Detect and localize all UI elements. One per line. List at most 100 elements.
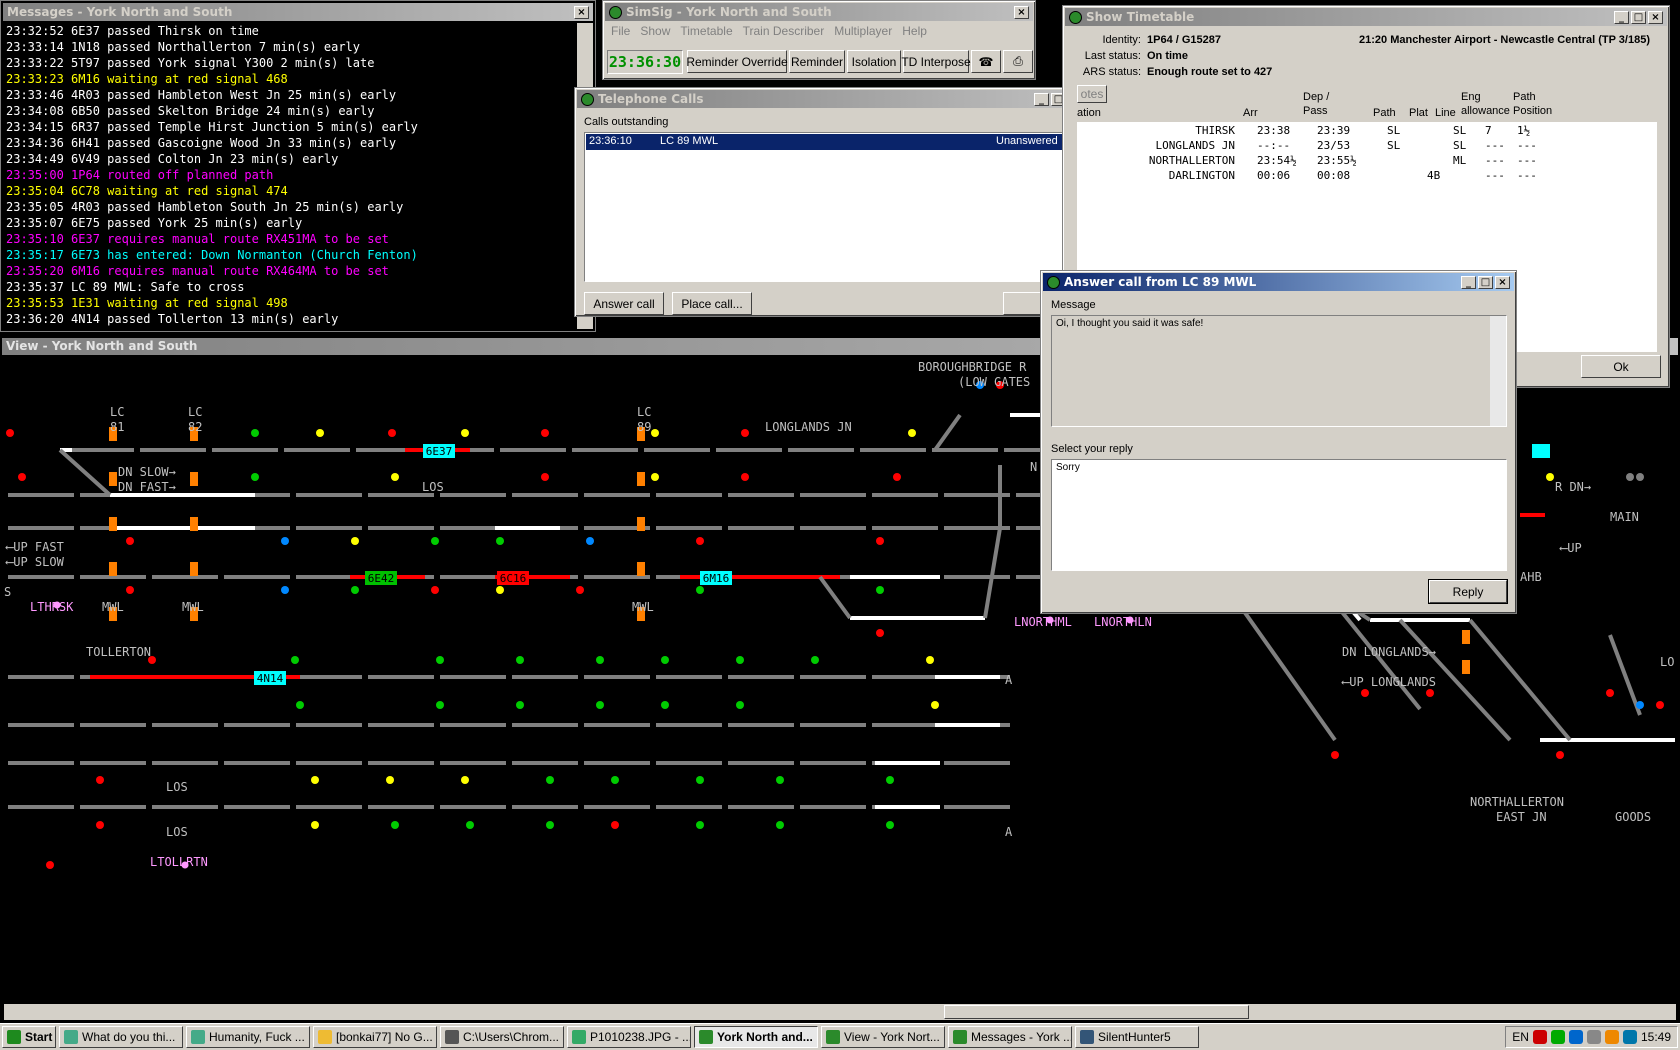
language-indicator[interactable]: EN xyxy=(1512,1030,1529,1044)
menu-item[interactable]: Help xyxy=(902,24,927,38)
level-crossing-barrier[interactable] xyxy=(109,562,117,576)
signal-aspect[interactable] xyxy=(586,537,594,545)
signal-aspect[interactable] xyxy=(391,821,399,829)
simsig-titlebar[interactable]: SimSig - York North and South × xyxy=(605,3,1033,21)
taskbar-button[interactable]: C:\Users\Chrom... xyxy=(440,1026,564,1048)
level-crossing-barrier[interactable] xyxy=(190,472,198,486)
signal-aspect[interactable] xyxy=(6,429,14,437)
timetable-row[interactable]: NORTHALLERTON 23:54½ 23:55½ ML --- --- xyxy=(1077,154,1657,169)
signal-aspect[interactable] xyxy=(811,656,819,664)
signal-aspect[interactable] xyxy=(1626,473,1634,481)
maximize-icon[interactable]: □ xyxy=(1478,275,1493,289)
signal-aspect[interactable] xyxy=(461,429,469,437)
menu-item[interactable]: Timetable xyxy=(680,24,732,38)
menu-item[interactable]: Train Describer xyxy=(743,24,825,38)
taskbar-button[interactable]: What do you thi... xyxy=(59,1026,183,1048)
signal-aspect[interactable] xyxy=(18,473,26,481)
signal-aspect[interactable] xyxy=(596,701,604,709)
tray-icon[interactable] xyxy=(1568,1030,1583,1044)
train-berth[interactable] xyxy=(1532,444,1550,458)
taskbar-button[interactable]: Humanity, Fuck ... xyxy=(186,1026,310,1048)
signal-aspect[interactable] xyxy=(316,429,324,437)
level-crossing-barrier[interactable] xyxy=(637,517,645,531)
signal-aspect[interactable] xyxy=(126,586,134,594)
menu-item[interactable]: Multiplayer xyxy=(834,24,892,38)
signal-aspect[interactable] xyxy=(876,586,884,594)
signal-aspect[interactable] xyxy=(281,537,289,545)
train-description[interactable]: 6E42 xyxy=(368,572,395,585)
signal-aspect[interactable] xyxy=(1361,689,1369,697)
signal-aspect[interactable] xyxy=(611,821,619,829)
menu-item[interactable]: File xyxy=(611,24,630,38)
level-crossing-barrier[interactable] xyxy=(109,517,117,531)
level-crossing-barrier[interactable] xyxy=(1462,630,1470,644)
signal-aspect[interactable] xyxy=(696,821,704,829)
signal-aspect[interactable] xyxy=(736,656,744,664)
calls-list[interactable]: 23:36:10 LC 89 MWL Unanswered xyxy=(584,132,1080,282)
start-button[interactable]: Start xyxy=(2,1026,56,1048)
train-description[interactable]: 6C16 xyxy=(500,572,527,585)
close-icon[interactable]: × xyxy=(1648,10,1663,24)
signal-aspect[interactable] xyxy=(908,429,916,437)
menu-item[interactable]: Show xyxy=(640,24,670,38)
signal-aspect[interactable] xyxy=(546,821,554,829)
signal-aspect[interactable] xyxy=(1636,473,1644,481)
close-icon[interactable]: × xyxy=(1014,5,1029,19)
signal-aspect[interactable] xyxy=(436,656,444,664)
isolation-button[interactable]: Isolation xyxy=(847,50,901,73)
taskbar-button[interactable]: [bonkai77] No G... xyxy=(313,1026,437,1048)
signal-aspect[interactable] xyxy=(431,537,439,545)
answer-call-button[interactable]: Answer call xyxy=(584,292,664,315)
reply-button[interactable]: Reply xyxy=(1428,579,1508,604)
close-icon[interactable]: × xyxy=(574,5,589,19)
signal-aspect[interactable] xyxy=(696,776,704,784)
signal-aspect[interactable] xyxy=(926,656,934,664)
signal-aspect[interactable] xyxy=(886,776,894,784)
signal-aspect[interactable] xyxy=(1426,689,1434,697)
signal-aspect[interactable] xyxy=(776,821,784,829)
horizontal-scrollbar[interactable] xyxy=(4,1004,1676,1020)
signal-aspect[interactable] xyxy=(461,776,469,784)
signal-aspect[interactable] xyxy=(651,473,659,481)
signal-aspect[interactable] xyxy=(516,656,524,664)
signal-aspect[interactable] xyxy=(886,821,894,829)
signal-aspect[interactable] xyxy=(893,473,901,481)
signal-aspect[interactable] xyxy=(596,656,604,664)
taskbar-button[interactable]: York North and... xyxy=(694,1026,818,1048)
taskbar-button[interactable]: View - York Nort... xyxy=(821,1026,945,1048)
timetable-titlebar[interactable]: Show Timetable _ □ × xyxy=(1065,8,1667,26)
signal-aspect[interactable] xyxy=(291,656,299,664)
answer-titlebar[interactable]: Answer call from LC 89 MWL _ □ × xyxy=(1043,273,1514,291)
level-crossing-barrier[interactable] xyxy=(190,562,198,576)
level-crossing-barrier[interactable] xyxy=(637,472,645,486)
td-interpose-button[interactable]: TD Interpose xyxy=(901,50,971,73)
print-icon[interactable]: ⎙ xyxy=(1003,50,1033,73)
reminder-override-button[interactable]: Reminder Override xyxy=(686,50,788,73)
signal-aspect[interactable] xyxy=(281,586,289,594)
signal-aspect[interactable] xyxy=(611,776,619,784)
signal-aspect[interactable] xyxy=(388,429,396,437)
signal-aspect[interactable] xyxy=(696,586,704,594)
signal-aspect[interactable] xyxy=(496,586,504,594)
signal-aspect[interactable] xyxy=(466,821,474,829)
signal-aspect[interactable] xyxy=(736,701,744,709)
signal-aspect[interactable] xyxy=(96,821,104,829)
reply-option[interactable]: Sorry xyxy=(1056,462,1080,473)
place-call-button[interactable]: Place call... xyxy=(672,292,752,315)
signal-aspect[interactable] xyxy=(311,776,319,784)
signal-aspect[interactable] xyxy=(776,776,784,784)
minimize-icon[interactable]: _ xyxy=(1461,275,1476,289)
reminder-button[interactable]: Reminder xyxy=(789,50,845,73)
telephone-icon[interactable]: ☎ xyxy=(971,50,1001,73)
maximize-icon[interactable]: □ xyxy=(1631,10,1646,24)
signal-aspect[interactable] xyxy=(1556,751,1564,759)
signal-aspect[interactable] xyxy=(661,701,669,709)
signal-aspect[interactable] xyxy=(46,861,54,869)
taskbar-button[interactable]: P1010238.JPG - ... xyxy=(567,1026,691,1048)
signal-aspect[interactable] xyxy=(126,537,134,545)
level-crossing-barrier[interactable] xyxy=(637,562,645,576)
timetable-row[interactable]: LONGLANDS JN --:-- 23/53 SL SL --- --- xyxy=(1077,139,1657,154)
level-crossing-barrier[interactable] xyxy=(109,472,117,486)
ok-button[interactable]: Ok xyxy=(1581,355,1661,378)
signal-aspect[interactable] xyxy=(541,473,549,481)
